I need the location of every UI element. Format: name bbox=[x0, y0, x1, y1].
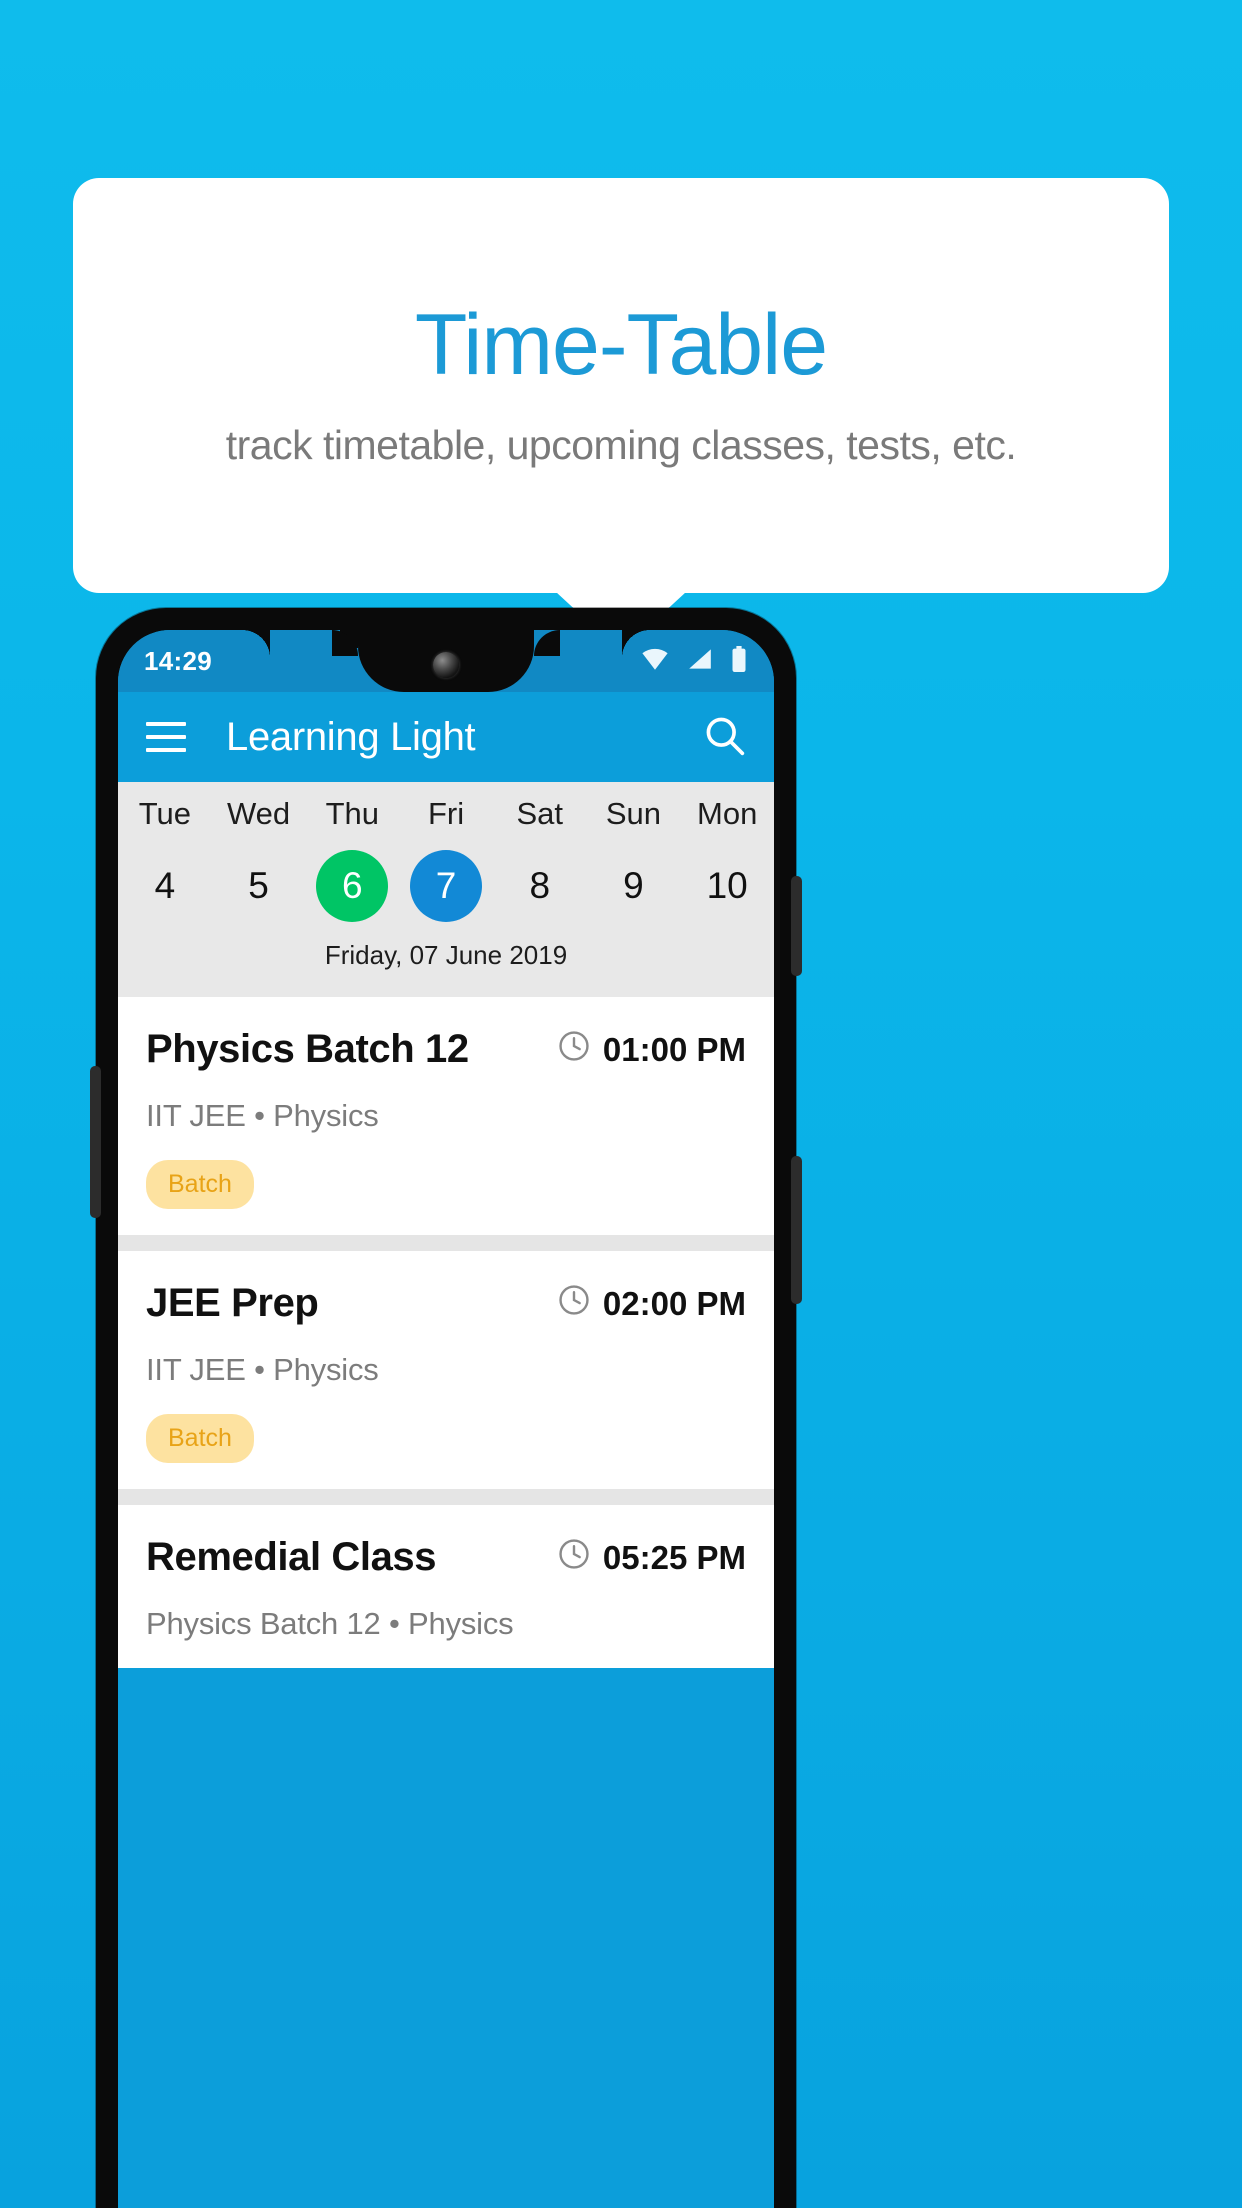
weekday-label: Wed bbox=[226, 796, 291, 831]
class-list: Physics Batch 12 01:00 PM IIT JEE • Phys… bbox=[118, 997, 774, 1668]
class-time: 02:00 PM bbox=[557, 1283, 746, 1325]
date-cell-today[interactable]: 6 bbox=[305, 846, 399, 926]
class-time-text: 05:25 PM bbox=[602, 1538, 746, 1576]
card-divider bbox=[118, 1489, 774, 1505]
date-row: 4 5 6 7 8 9 10 bbox=[118, 846, 774, 926]
status-badge: Batch bbox=[146, 1414, 254, 1463]
date-cell[interactable]: 4 bbox=[118, 846, 212, 926]
class-card-header: JEE Prep 02:00 PM bbox=[146, 1281, 746, 1326]
status-bar-icons bbox=[640, 645, 748, 677]
class-subtitle: IIT JEE • Physics bbox=[146, 1098, 379, 1133]
weekday-label: Tue bbox=[138, 796, 191, 831]
date-cell-selected[interactable]: 7 bbox=[399, 846, 493, 926]
clock-icon bbox=[557, 1029, 591, 1071]
date-strip: Tue Wed Thu Fri Sat Sun Mon 4 5 6 7 8 9 … bbox=[118, 782, 774, 997]
weekday-row: Tue Wed Thu Fri Sat Sun Mon bbox=[118, 796, 774, 846]
class-time-text: 01:00 PM bbox=[602, 1030, 746, 1068]
status-bar-clock: 14:29 bbox=[144, 645, 212, 676]
volume-button[interactable] bbox=[791, 1156, 802, 1304]
date-number: 6 bbox=[316, 850, 389, 922]
date-number: 5 bbox=[248, 865, 269, 906]
promo-subtitle: track timetable, upcoming classes, tests… bbox=[225, 422, 1017, 468]
class-time: 01:00 PM bbox=[557, 1029, 746, 1071]
class-card-header: Physics Batch 12 01:00 PM bbox=[146, 1027, 746, 1072]
clock-icon bbox=[557, 1283, 591, 1325]
app-title: Learning Light bbox=[226, 714, 476, 759]
app-bar: Learning Light bbox=[118, 692, 774, 782]
weekday-label: Sat bbox=[516, 796, 563, 831]
class-card[interactable]: Remedial Class 05:25 PM Physics Batch 12… bbox=[118, 1505, 774, 1668]
search-icon[interactable] bbox=[702, 713, 746, 762]
battery-icon bbox=[730, 645, 748, 677]
class-title: JEE Prep bbox=[146, 1281, 319, 1325]
signal-icon bbox=[686, 647, 714, 676]
clock-icon bbox=[557, 1537, 591, 1579]
status-badge: Batch bbox=[146, 1160, 254, 1209]
promo-banner: Time-Table track timetable, upcoming cla… bbox=[73, 178, 1169, 593]
power-button[interactable] bbox=[791, 876, 802, 976]
weekday-label: Fri bbox=[427, 796, 465, 831]
phone-mockup: 14:29 Learning Light Tue Wed Thu Fri Sat… bbox=[90, 608, 802, 2208]
class-card[interactable]: Physics Batch 12 01:00 PM IIT JEE • Phys… bbox=[118, 997, 774, 1235]
class-card[interactable]: JEE Prep 02:00 PM IIT JEE • Physics Batc… bbox=[118, 1251, 774, 1489]
date-number: 4 bbox=[154, 865, 176, 906]
phone-screen: 14:29 Learning Light Tue Wed Thu Fri Sat… bbox=[118, 630, 774, 2208]
date-number: 9 bbox=[623, 865, 644, 906]
class-title: Remedial Class bbox=[146, 1535, 437, 1579]
front-camera-icon bbox=[433, 652, 459, 678]
class-title: Physics Batch 12 bbox=[146, 1027, 469, 1071]
date-cell[interactable]: 10 bbox=[680, 846, 774, 926]
weekday-label: Sun bbox=[605, 796, 662, 831]
date-number: 7 bbox=[410, 850, 483, 922]
notch-shade-left bbox=[242, 630, 270, 660]
date-number: 10 bbox=[706, 865, 748, 906]
class-subtitle: Physics Batch 12 • Physics bbox=[146, 1606, 514, 1641]
weekday-label: Mon bbox=[697, 796, 758, 831]
weekday-label: Thu bbox=[325, 796, 379, 831]
promo-title: Time-Table bbox=[414, 297, 828, 393]
hamburger-menu-icon[interactable] bbox=[146, 722, 186, 752]
date-number: 8 bbox=[529, 865, 551, 906]
date-cell[interactable]: 9 bbox=[587, 846, 681, 926]
date-cell[interactable]: 5 bbox=[212, 846, 306, 926]
card-divider bbox=[118, 1235, 774, 1251]
selected-date-caption: Friday, 07 June 2019 bbox=[324, 940, 568, 970]
side-button-left[interactable] bbox=[90, 1066, 101, 1218]
class-time-text: 02:00 PM bbox=[602, 1284, 746, 1322]
class-card-header: Remedial Class 05:25 PM bbox=[146, 1535, 746, 1580]
class-subtitle: IIT JEE • Physics bbox=[146, 1352, 379, 1387]
notch-shade-right bbox=[622, 630, 650, 660]
date-cell[interactable]: 8 bbox=[493, 846, 587, 926]
class-time: 05:25 PM bbox=[557, 1537, 746, 1579]
